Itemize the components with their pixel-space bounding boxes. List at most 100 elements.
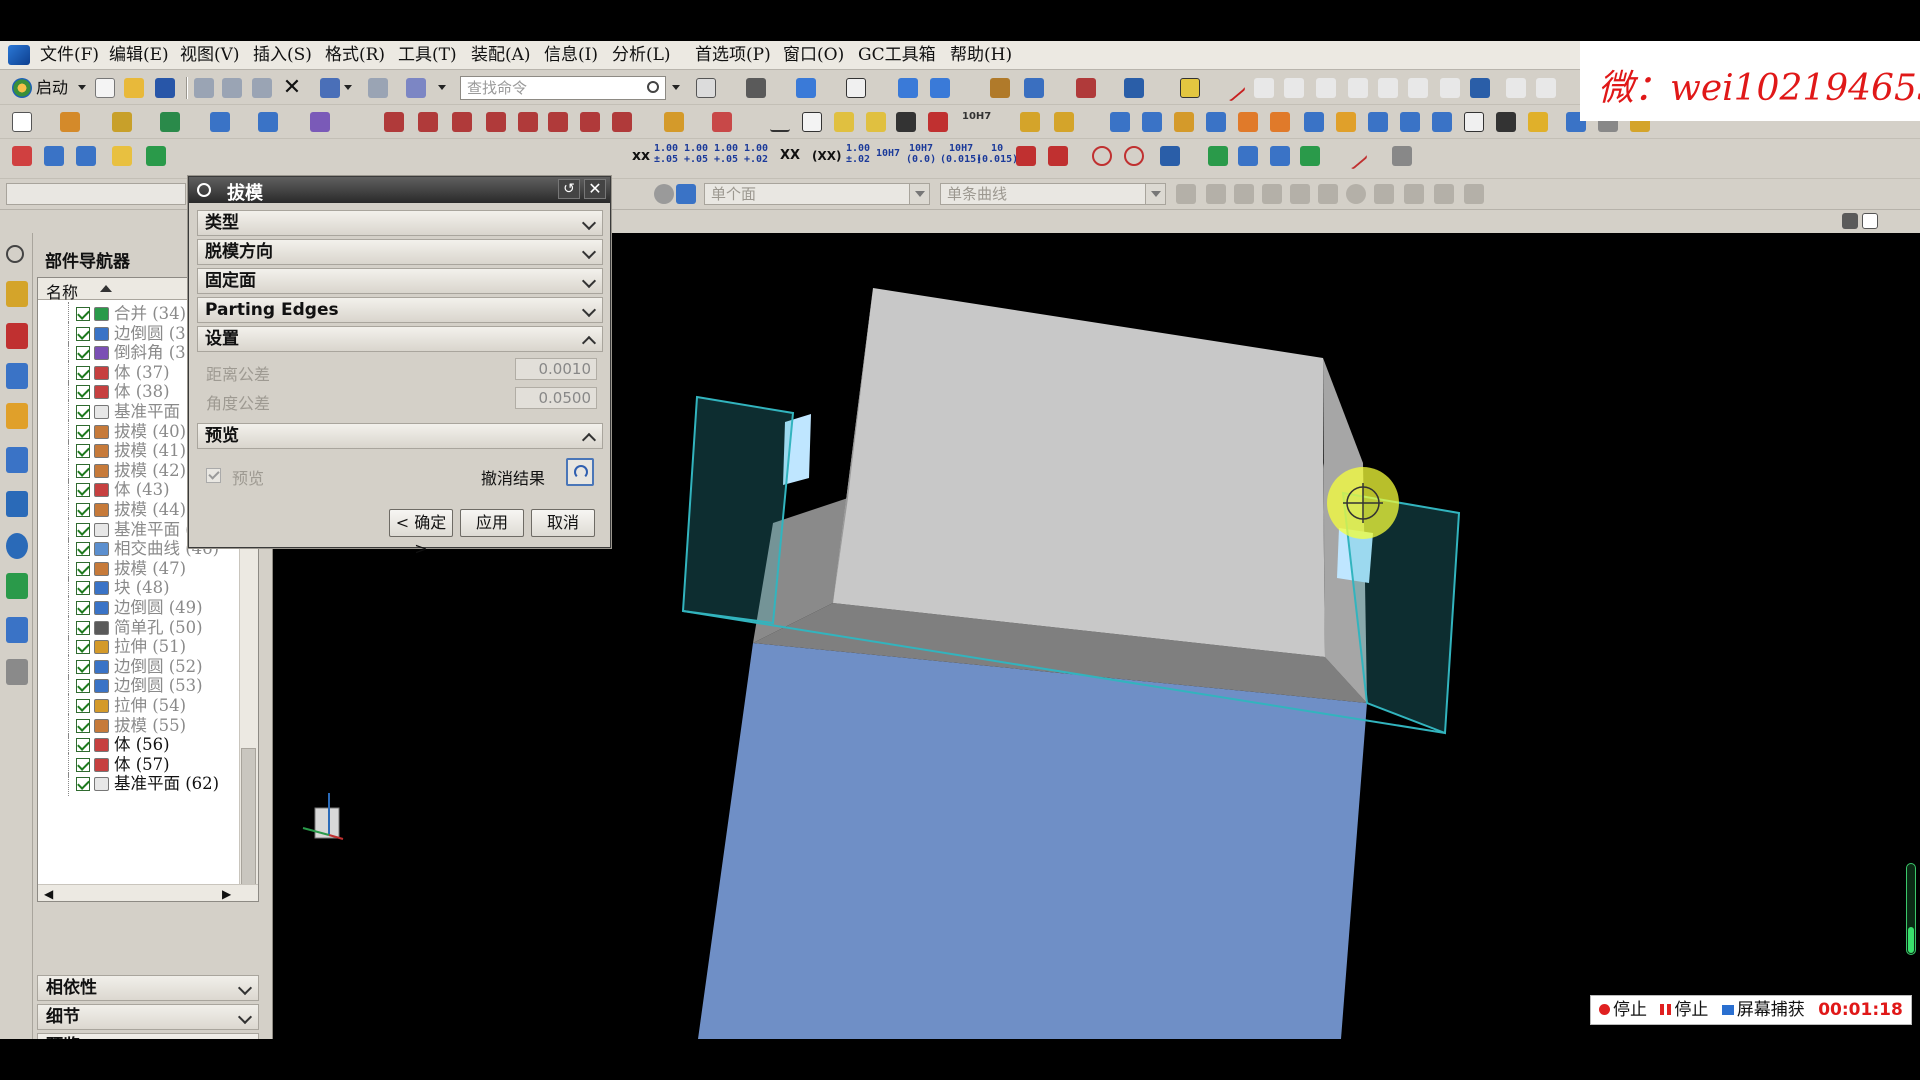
paste-icon[interactable] — [252, 78, 272, 98]
mirror-icon[interactable] — [712, 112, 732, 132]
angle-tolerance-field[interactable]: 0.0500 — [515, 387, 597, 409]
visibility-checkbox[interactable] — [76, 718, 90, 733]
split-curve-icon[interactable] — [580, 112, 600, 132]
shell-icon[interactable] — [1400, 112, 1420, 132]
fit-10-icon[interactable]: 10 (0.015) — [976, 143, 1018, 165]
menu-file[interactable]: 文件(F) — [40, 44, 99, 66]
visibility-checkbox[interactable] — [76, 738, 90, 753]
visibility-checkbox[interactable] — [76, 307, 90, 321]
tolerance-icon-3[interactable]: 1.00 +.05 — [714, 143, 738, 165]
pattern-icon[interactable] — [664, 112, 684, 132]
visibility-checkbox[interactable] — [76, 522, 90, 537]
parting-plane-left[interactable] — [681, 395, 795, 625]
point-snap-icon[interactable] — [1076, 78, 1096, 98]
dialog-title-bar[interactable]: 拔模 ↺ ✕ — [189, 177, 610, 204]
datum-axis-icon[interactable] — [160, 112, 180, 132]
arc-icon[interactable] — [1348, 78, 1368, 98]
menu-insert[interactable]: 插入(S) — [253, 44, 312, 66]
project-curve-icon[interactable] — [384, 112, 404, 132]
extrude-icon[interactable] — [60, 112, 80, 132]
snap-quadrant-icon[interactable] — [1262, 184, 1282, 204]
menu-edit[interactable]: 编辑(E) — [109, 44, 169, 66]
resize-face-icon[interactable] — [1270, 112, 1290, 132]
model-top-face[interactable] — [833, 288, 1325, 657]
tolerance-icon-5[interactable]: 1.00 ±.02 — [846, 143, 870, 165]
apply-button[interactable]: 应用 — [460, 509, 524, 537]
command-search-input[interactable]: 查找命令 — [460, 76, 666, 100]
image-icon[interactable] — [896, 112, 916, 132]
web-browser-icon[interactable] — [6, 447, 28, 473]
scroll-left-icon[interactable]: ◀ — [44, 887, 53, 901]
symbol-icon[interactable] — [928, 112, 948, 132]
replace-face-icon[interactable] — [1238, 112, 1258, 132]
layer-settings-icon[interactable] — [76, 146, 96, 166]
snap-intersection-icon[interactable] — [1290, 184, 1310, 204]
scroll-right-icon[interactable]: ▶ — [222, 887, 231, 901]
radius-icon[interactable] — [1124, 146, 1144, 166]
tree-horizontal-scrollbar[interactable]: ◀ ▶ — [38, 884, 258, 901]
orient-view-icon[interactable] — [846, 78, 866, 98]
offset-face-icon[interactable] — [1174, 112, 1194, 132]
model-body-front-face[interactable] — [698, 643, 1367, 1039]
move-face-icon[interactable] — [1206, 112, 1226, 132]
system-materials-icon[interactable] — [6, 573, 28, 599]
drafting-icon[interactable] — [12, 146, 32, 166]
recorder-pause-button[interactable]: 停止 — [1674, 1000, 1708, 1020]
thicken-icon[interactable] — [1432, 112, 1452, 132]
dialog-gear-icon[interactable] — [197, 183, 211, 197]
visibility-checkbox[interactable] — [76, 777, 90, 792]
parting-edges-group[interactable]: Parting Edges — [197, 297, 603, 323]
detail-icon[interactable] — [1270, 146, 1290, 166]
tree-scroll-thumb[interactable] — [241, 748, 256, 901]
undo-icon[interactable] — [320, 78, 340, 98]
edge-blend-icon[interactable] — [1336, 112, 1356, 132]
bridge-curve-icon[interactable] — [486, 112, 506, 132]
geometry-icon[interactable] — [1300, 146, 1320, 166]
window-icon[interactable] — [1862, 213, 1878, 229]
fit-10h7-2-icon[interactable]: 10H7 (0.0) — [906, 143, 936, 165]
snap-on-curve-icon[interactable] — [1434, 184, 1454, 204]
recorder-stop-button[interactable]: 停止 — [1613, 1000, 1647, 1020]
visibility-checkbox[interactable] — [76, 326, 90, 341]
snap-center-icon[interactable] — [1234, 184, 1254, 204]
snap-endpoint-icon[interactable] — [1176, 184, 1196, 204]
measure-icon[interactable] — [1048, 146, 1068, 166]
type-filter-select[interactable] — [6, 183, 186, 205]
tolerance-icon-2[interactable]: 1.00 +.05 — [684, 143, 708, 165]
preview-group[interactable]: 预览 — [197, 423, 603, 449]
assembly-icon[interactable] — [1020, 112, 1040, 132]
move-icon[interactable] — [112, 146, 132, 166]
part-navigator-icon[interactable] — [6, 363, 28, 389]
fillet-curve-icon[interactable] — [1506, 78, 1526, 98]
spline-icon[interactable] — [1408, 78, 1428, 98]
check-icon[interactable] — [1208, 146, 1228, 166]
delete-icon[interactable]: ✕ — [282, 77, 302, 99]
table-icon[interactable] — [802, 112, 822, 132]
snap-point-icon[interactable] — [1318, 184, 1338, 204]
snap-tangent-icon[interactable] — [1374, 184, 1394, 204]
menu-view[interactable]: 视图(V) — [180, 44, 240, 66]
circle-icon[interactable] — [1378, 78, 1398, 98]
snap-midpoint-icon[interactable] — [1206, 184, 1226, 204]
split-body-icon[interactable] — [1496, 112, 1516, 132]
visibility-checkbox[interactable] — [76, 581, 90, 596]
note-icon[interactable] — [834, 112, 854, 132]
line-tool-icon[interactable] — [1339, 141, 1369, 171]
arrow-icon[interactable] — [1160, 146, 1180, 166]
visibility-checkbox[interactable] — [76, 659, 90, 674]
snap-settings-icon[interactable] — [990, 78, 1010, 98]
measure-distance-icon[interactable] — [1124, 78, 1144, 98]
preview-panel[interactable]: 预览 — [37, 1033, 259, 1039]
tolerance-icon-1[interactable]: 1.00 ±.05 — [654, 143, 678, 165]
cut-icon[interactable] — [194, 78, 214, 98]
name-column-header[interactable]: 名称 — [46, 279, 78, 303]
visibility-checkbox[interactable] — [76, 424, 90, 439]
settings-gear-icon[interactable] — [6, 245, 24, 263]
visibility-checkbox[interactable] — [76, 620, 90, 635]
stationary-face-group[interactable]: 固定面 — [197, 268, 603, 294]
new-file-icon[interactable] — [95, 78, 115, 98]
layer-icon[interactable] — [44, 146, 64, 166]
reuse-library-icon[interactable] — [6, 403, 28, 429]
trim-icon[interactable] — [1440, 78, 1460, 98]
redo-icon[interactable] — [368, 78, 388, 98]
